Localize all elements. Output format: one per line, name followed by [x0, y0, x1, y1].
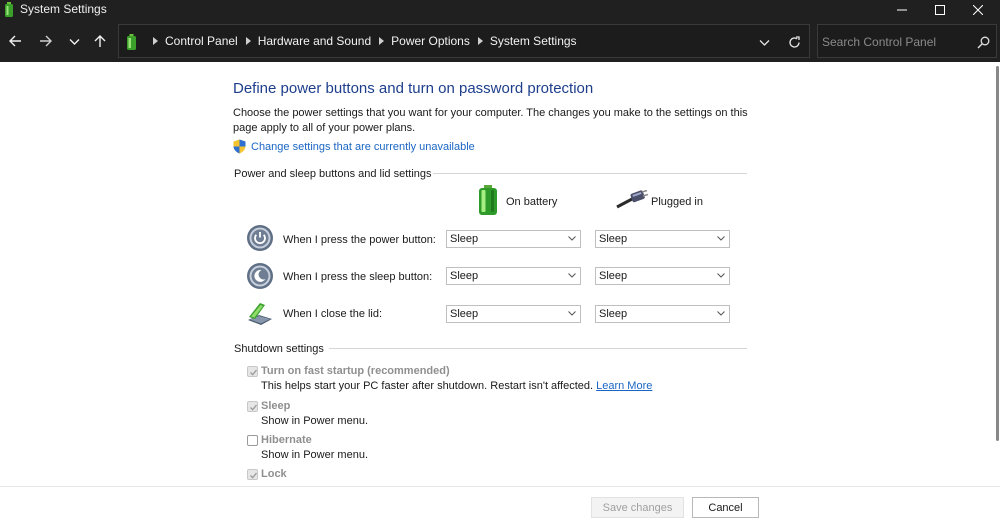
checkmark-icon — [250, 369, 258, 376]
breadcrumb-item[interactable]: Hardware and Sound — [258, 34, 371, 48]
search-box — [817, 24, 997, 58]
checkmark-icon — [250, 404, 258, 411]
lock-checkbox[interactable] — [247, 469, 258, 480]
navigation-bar: Control Panel Hardware and Sound Power O… — [0, 20, 1000, 62]
breadcrumb: Control Panel Hardware and Sound Power O… — [145, 34, 577, 48]
page-description: Choose the power settings that you want … — [233, 107, 748, 134]
chevron-down-icon — [717, 236, 725, 241]
recent-locations-button[interactable] — [63, 30, 85, 52]
chevron-down-icon — [568, 236, 576, 241]
sleep-label: Sleep — [261, 400, 291, 412]
select-value: Sleep — [599, 233, 628, 245]
chevron-down-icon — [717, 311, 725, 316]
minimize-button[interactable] — [884, 0, 920, 20]
fast-startup-description-text: This helps start your PC faster after sh… — [261, 380, 594, 392]
power-plug-icon — [616, 190, 648, 209]
sleep-button-label: When I press the sleep button: — [283, 271, 433, 283]
maximize-icon — [935, 5, 945, 15]
breadcrumb-separator-icon — [153, 37, 158, 45]
hibernate-label: Hibernate — [261, 434, 312, 446]
back-button[interactable] — [4, 30, 26, 52]
breadcrumb-item[interactable]: System Settings — [490, 34, 577, 48]
save-changes-button[interactable]: Save changes — [591, 497, 684, 518]
checkmark-icon — [250, 472, 258, 479]
cancel-button[interactable]: Cancel — [692, 497, 759, 518]
hibernate-checkbox[interactable] — [247, 435, 258, 446]
uac-shield-icon — [233, 139, 246, 154]
address-bar[interactable]: Control Panel Hardware and Sound Power O… — [118, 24, 810, 58]
page-title: Define power buttons and turn on passwor… — [233, 80, 594, 97]
power-button-plugged-select[interactable]: Sleep — [595, 230, 730, 248]
close-lid-battery-select[interactable]: Sleep — [446, 305, 581, 323]
window-title: System Settings — [20, 2, 107, 16]
up-arrow-icon — [94, 35, 106, 47]
fast-startup-label: Turn on fast startup (recommended) — [261, 365, 450, 377]
address-dropdown-button[interactable] — [755, 33, 773, 51]
power-button-label: When I press the power button: — [283, 234, 436, 246]
lock-label: Lock — [261, 468, 287, 480]
power-button-battery-select[interactable]: Sleep — [446, 230, 581, 248]
power-options-icon — [5, 2, 13, 17]
chevron-down-icon — [717, 273, 725, 278]
select-value: Sleep — [450, 270, 479, 282]
search-icon — [977, 36, 989, 48]
power-options-icon — [127, 34, 136, 50]
breadcrumb-separator-icon — [379, 37, 385, 45]
refresh-button[interactable] — [785, 33, 803, 51]
maximize-button[interactable] — [922, 0, 958, 20]
select-value: Sleep — [450, 233, 479, 245]
select-value: Sleep — [450, 308, 479, 320]
footer-bar: Save changes Cancel — [0, 486, 1000, 525]
battery-icon — [479, 185, 497, 215]
up-button[interactable] — [89, 30, 111, 52]
back-arrow-icon — [9, 35, 21, 47]
close-icon — [973, 5, 983, 15]
learn-more-link[interactable]: Learn More — [596, 380, 652, 392]
chevron-down-icon — [759, 39, 769, 46]
breadcrumb-separator-icon — [477, 37, 483, 45]
forward-button[interactable] — [35, 30, 57, 52]
close-button[interactable] — [960, 0, 996, 20]
hibernate-description: Show in Power menu. — [261, 449, 368, 461]
scrollbar-thumb[interactable] — [996, 66, 999, 441]
close-lid-plugged-select[interactable]: Sleep — [595, 305, 730, 323]
chevron-down-icon — [568, 311, 576, 316]
sleep-button-icon — [247, 263, 273, 289]
content-area: Define power buttons and turn on passwor… — [0, 62, 1000, 486]
refresh-icon — [788, 35, 800, 48]
search-input[interactable] — [822, 33, 967, 51]
breadcrumb-item[interactable]: Power Options — [391, 34, 470, 48]
breadcrumb-separator-icon — [245, 37, 251, 45]
forward-arrow-icon — [40, 35, 52, 47]
fast-startup-description: This helps start your PC faster after sh… — [261, 380, 652, 392]
power-group-heading: Power and sleep buttons and lid settings — [234, 168, 432, 180]
shutdown-group-heading: Shutdown settings — [234, 343, 324, 355]
select-value: Sleep — [599, 308, 628, 320]
search-button[interactable] — [975, 34, 991, 50]
group-divider — [433, 173, 747, 174]
laptop-lid-icon — [248, 303, 272, 325]
breadcrumb-item[interactable]: Control Panel — [165, 34, 238, 48]
chevron-down-icon — [568, 273, 576, 278]
close-lid-label: When I close the lid: — [283, 308, 383, 320]
fast-startup-checkbox[interactable] — [247, 366, 258, 377]
sleep-checkbox[interactable] — [247, 401, 258, 412]
sleep-description: Show in Power menu. — [261, 415, 368, 427]
plugged-in-column-header: Plugged in — [651, 196, 703, 208]
select-value: Sleep — [599, 270, 628, 282]
minimize-icon — [897, 9, 907, 11]
on-battery-column-header: On battery — [506, 196, 558, 208]
group-divider — [329, 348, 747, 349]
chevron-down-icon — [69, 38, 79, 45]
change-settings-link[interactable]: Change settings that are currently unava… — [251, 141, 475, 153]
sleep-button-plugged-select[interactable]: Sleep — [595, 267, 730, 285]
title-bar: System Settings — [0, 0, 1000, 20]
sleep-button-battery-select[interactable]: Sleep — [446, 267, 581, 285]
power-button-icon — [247, 225, 273, 251]
